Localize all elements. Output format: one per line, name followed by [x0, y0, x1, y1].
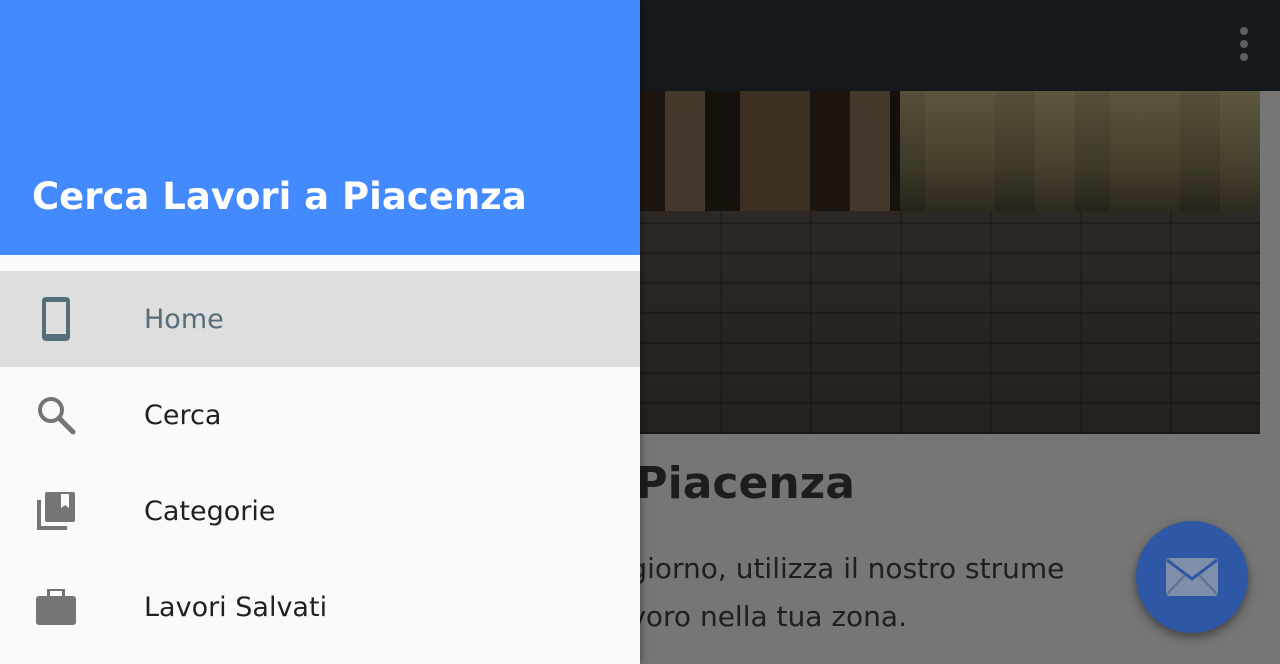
- drawer-header: Cerca Lavori a Piacenza: [0, 0, 640, 255]
- email-icon: [1166, 558, 1218, 596]
- drawer-item-label: Cerca: [144, 399, 222, 431]
- email-fab-button[interactable]: [1136, 521, 1248, 633]
- phone-icon: [32, 295, 80, 343]
- drawer-item-lavori-salvati[interactable]: Lavori Salvati: [0, 559, 640, 655]
- drawer-item-home[interactable]: Home: [0, 271, 640, 367]
- navigation-drawer: Cerca Lavori a Piacenza Home Cerca Categ…: [0, 0, 640, 664]
- drawer-item-cerca[interactable]: Cerca: [0, 367, 640, 463]
- drawer-title: Cerca Lavori a Piacenza: [32, 175, 527, 218]
- library-books-icon: [32, 487, 80, 535]
- drawer-item-categorie[interactable]: Categorie: [0, 463, 640, 559]
- drawer-item-label: Home: [144, 303, 224, 335]
- drawer-menu: Home Cerca Categorie Lavori Salvati: [0, 271, 640, 655]
- briefcase-icon: [32, 583, 80, 631]
- search-icon: [32, 391, 80, 439]
- drawer-item-label: Lavori Salvati: [144, 591, 328, 623]
- drawer-item-label: Categorie: [144, 495, 276, 527]
